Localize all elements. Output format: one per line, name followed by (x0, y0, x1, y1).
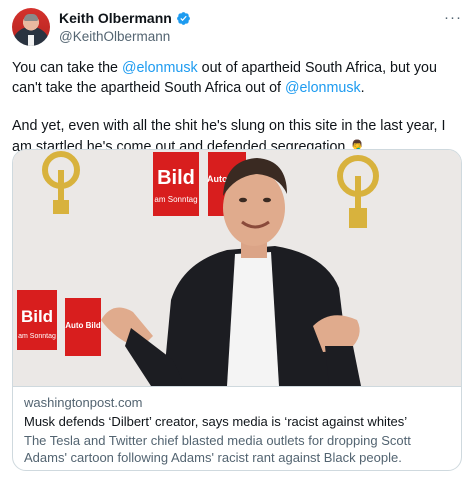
sign-text: Bild (157, 167, 195, 189)
tweet-text-segment: . (360, 79, 365, 96)
auto-bild-sign: Auto Bild (65, 298, 101, 356)
sign-text: am Sonntag (18, 333, 56, 340)
bild-sign: Bild am Sonntag (153, 152, 199, 216)
bild-sign: Bild am Sonntag (17, 290, 57, 350)
author-handle[interactable]: @KeithOlbermann (59, 29, 170, 44)
link-preview-card[interactable]: Bild am Sonntag Auto Bild Bild am Sonnta… (12, 149, 462, 471)
mention-link[interactable]: @elonmusk (285, 80, 361, 96)
card-domain: washingtonpost.com (24, 395, 143, 410)
sign-text: am Sonntag (154, 195, 197, 204)
avatar-shirt (28, 35, 34, 46)
card-image[interactable]: Bild am Sonntag Auto Bild Bild am Sonnta… (13, 150, 461, 386)
card-title: Musk defends ‘Dilbert’ creator, says med… (24, 414, 408, 429)
card-description: The Tesla and Twitter chief blasted medi… (24, 433, 411, 465)
tweet-paragraph-1: You can take the @elonmusk out of aparth… (12, 59, 464, 98)
mention-link[interactable]: @elonmusk (122, 60, 198, 76)
author-name-row: Keith Olbermann (59, 10, 191, 26)
card-photo: Bild am Sonntag Auto Bild Bild am Sonnta… (13, 150, 461, 386)
author-display-name[interactable]: Keith Olbermann (59, 10, 172, 26)
card-meta[interactable]: washingtonpost.com Musk defends ‘Dilbert… (13, 386, 461, 470)
sign-text: Bild (21, 307, 53, 326)
verified-badge-icon (176, 11, 191, 26)
tweet: Keith Olbermann @KeithOlbermann ··· You … (0, 0, 474, 480)
tweet-text-segment: You can take the (12, 60, 122, 76)
avatar-hair (24, 14, 38, 21)
sign-text: Auto Bild (65, 321, 101, 330)
more-options-icon[interactable]: ··· (444, 9, 462, 26)
avatar[interactable] (12, 8, 50, 46)
